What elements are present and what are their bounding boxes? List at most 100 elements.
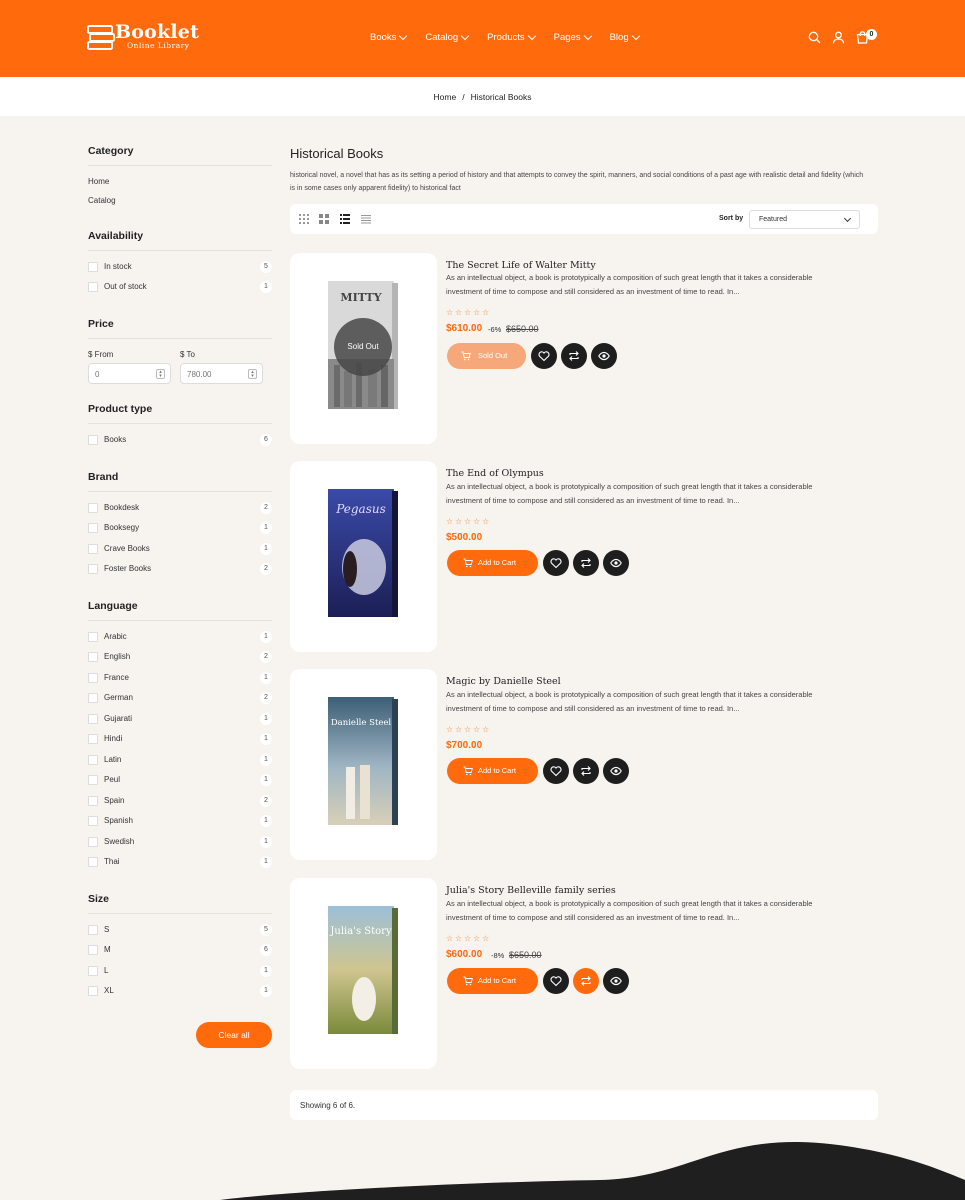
- product-image-card[interactable]: Pegasus: [290, 461, 437, 652]
- price-to-field[interactable]: ▴▾: [180, 363, 263, 384]
- checkbox[interactable]: [88, 775, 98, 785]
- checkbox[interactable]: [88, 925, 98, 935]
- filter-option-language[interactable]: Latin 1: [88, 754, 272, 768]
- price-to-input[interactable]: [181, 365, 241, 384]
- filter-option-crave-books[interactable]: Crave Books 1: [88, 543, 272, 557]
- list-icon[interactable]: [340, 214, 350, 224]
- checkbox[interactable]: [88, 837, 98, 847]
- price-from-field[interactable]: ▴▾: [88, 363, 171, 384]
- product-description: As an intellectual object, a book is pro…: [446, 480, 866, 508]
- checkbox[interactable]: [88, 544, 98, 554]
- filter-option-in-stock[interactable]: In stock 5: [88, 261, 272, 275]
- filter-option-size[interactable]: S5: [88, 924, 272, 938]
- category-link-home[interactable]: Home: [88, 177, 109, 186]
- compare-button[interactable]: [573, 550, 599, 576]
- filter-option-language[interactable]: Thai 1: [88, 856, 272, 870]
- product-title[interactable]: Magic by Danielle Steel: [446, 676, 561, 687]
- grid-2-icon[interactable]: [319, 214, 329, 224]
- brand-name: Booklet: [115, 21, 200, 43]
- filter-option-size[interactable]: XL 1: [88, 985, 272, 999]
- filter-option-language[interactable]: Spanish 1: [88, 815, 272, 829]
- checkbox[interactable]: [88, 966, 98, 976]
- checkbox[interactable]: [88, 796, 98, 806]
- checkbox[interactable]: [88, 632, 98, 642]
- filter-option-language[interactable]: Gujarati 1: [88, 713, 272, 727]
- checkbox[interactable]: [88, 714, 98, 724]
- logo[interactable]: Booklet Online Library: [87, 21, 207, 54]
- product-title[interactable]: Julia's Story Belleville family series: [446, 885, 616, 896]
- clear-all-button[interactable]: Clear all: [196, 1022, 272, 1048]
- cart-icon: [463, 766, 473, 776]
- results-count: Showing 6 of 6.: [290, 1090, 878, 1120]
- filter-option-language[interactable]: Hindi 1: [88, 733, 272, 747]
- compare-button[interactable]: [573, 968, 599, 994]
- nav-item-books[interactable]: Books: [370, 31, 408, 43]
- wishlist-button[interactable]: [543, 550, 569, 576]
- nav-item-catalog[interactable]: Catalog: [425, 31, 470, 43]
- filter-option-language[interactable]: France 1: [88, 672, 272, 686]
- quick-view-button[interactable]: [591, 343, 617, 369]
- checkbox[interactable]: [88, 693, 98, 703]
- wishlist-button[interactable]: [531, 343, 557, 369]
- filter-option-language[interactable]: Arabic 1: [88, 631, 272, 645]
- sold-out-button[interactable]: Sold Out: [447, 343, 526, 369]
- wishlist-button[interactable]: [543, 968, 569, 994]
- filter-option-language[interactable]: Peul 1: [88, 774, 272, 788]
- nav-item-blog[interactable]: Blog: [610, 31, 640, 43]
- checkbox[interactable]: [88, 523, 98, 533]
- sort-select[interactable]: Featured: [749, 210, 860, 229]
- wishlist-button[interactable]: [543, 758, 569, 784]
- cart-button[interactable]: 0: [856, 29, 877, 44]
- grid-4-icon[interactable]: [299, 214, 309, 224]
- checkbox[interactable]: [88, 734, 98, 744]
- quick-view-button[interactable]: [603, 550, 629, 576]
- filter-option-language[interactable]: English 2: [88, 651, 272, 665]
- checkbox[interactable]: [88, 755, 98, 765]
- filter-option-foster-books[interactable]: Foster Books 2: [88, 563, 272, 577]
- category-link-catalog[interactable]: Catalog: [88, 196, 116, 205]
- nav-item-pages[interactable]: Pages: [554, 31, 592, 43]
- stepper-icon[interactable]: ▴ ▾: [248, 369, 257, 379]
- checkbox[interactable]: [88, 652, 98, 662]
- checkbox[interactable]: [88, 945, 98, 955]
- filter-option-size[interactable]: L1: [88, 965, 272, 979]
- checkbox[interactable]: [88, 262, 98, 272]
- price-from-input[interactable]: [89, 365, 149, 384]
- search-icon[interactable]: [808, 31, 821, 44]
- filter-option-books[interactable]: Books 6: [88, 434, 272, 448]
- filter-option-booksegy[interactable]: Booksegy 1: [88, 522, 272, 536]
- stepper-icon[interactable]: ▴ ▾: [156, 369, 165, 379]
- filter-option-language[interactable]: Swedish 1: [88, 836, 272, 850]
- checkbox[interactable]: [88, 503, 98, 513]
- filter-option-language[interactable]: Spain 2: [88, 795, 272, 809]
- checkbox[interactable]: [88, 282, 98, 292]
- checkbox[interactable]: [88, 816, 98, 826]
- filter-option-bookdesk[interactable]: Bookdesk 2: [88, 502, 272, 516]
- compare-button[interactable]: [561, 343, 587, 369]
- checkbox[interactable]: [88, 435, 98, 445]
- add-to-cart-button[interactable]: Add to Cart: [447, 758, 538, 784]
- add-to-cart-button[interactable]: Add to Cart: [447, 968, 538, 994]
- compare-button[interactable]: [573, 758, 599, 784]
- quick-view-button[interactable]: [603, 758, 629, 784]
- list-compact-icon[interactable]: [361, 214, 371, 224]
- nav-item-products[interactable]: Products: [487, 31, 536, 43]
- quick-view-button[interactable]: [603, 968, 629, 994]
- product-image-card[interactable]: Julia's Story: [290, 878, 437, 1069]
- chevron-down-icon: [460, 31, 470, 41]
- checkbox[interactable]: [88, 673, 98, 683]
- filter-option-out-of-stock[interactable]: Out of stock 1: [88, 281, 272, 295]
- product-image-card[interactable]: MITTY Sold Out: [290, 253, 437, 444]
- breadcrumb-home[interactable]: Home: [434, 92, 457, 102]
- filter-option-language[interactable]: German 2: [88, 692, 272, 706]
- filter-option-size[interactable]: M6: [88, 944, 272, 958]
- product-title[interactable]: The End of Olympus: [446, 468, 544, 479]
- checkbox[interactable]: [88, 857, 98, 867]
- checkbox[interactable]: [88, 986, 98, 996]
- add-to-cart-button[interactable]: Add to Cart: [447, 550, 538, 576]
- product-image-card[interactable]: Danielle Steel: [290, 669, 437, 860]
- product-title[interactable]: The Secret Life of Walter Mitty: [446, 260, 596, 271]
- eye-icon: [610, 766, 622, 776]
- user-icon[interactable]: [832, 31, 845, 44]
- checkbox[interactable]: [88, 564, 98, 574]
